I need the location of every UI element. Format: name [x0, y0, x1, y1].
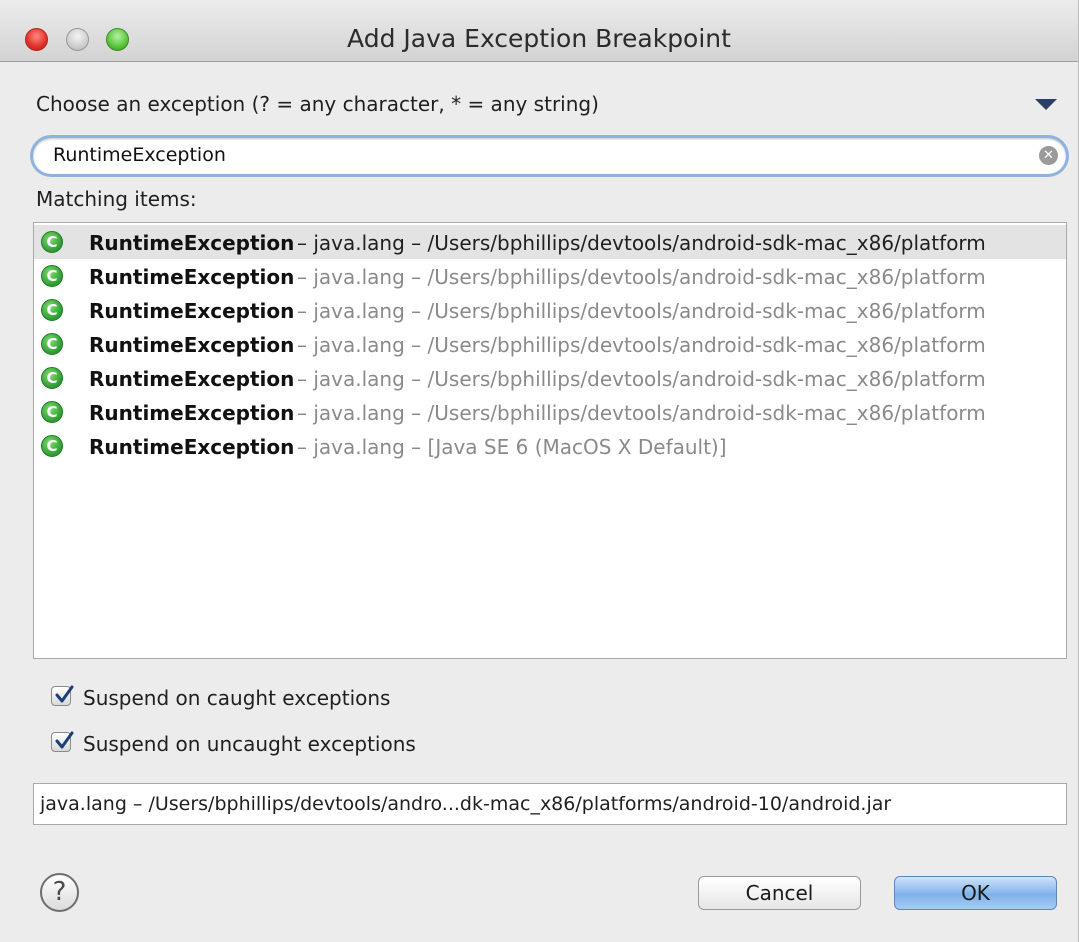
ok-button[interactable]: OK: [894, 876, 1057, 910]
item-detail: – java.lang – /Users/bphillips/devtools/…: [297, 401, 986, 425]
item-name: RuntimeException: [89, 435, 295, 459]
class-icon: C: [41, 299, 63, 321]
list-item[interactable]: C RuntimeException – java.lang – /Users/…: [34, 259, 1066, 293]
checkmark-icon: [55, 685, 74, 703]
title-bar[interactable]: Add Java Exception Breakpoint: [0, 0, 1078, 62]
checkmark-icon: [55, 731, 74, 749]
list-item[interactable]: C RuntimeException – java.lang – /Users/…: [34, 327, 1066, 361]
clear-icon[interactable]: ✕: [1039, 146, 1058, 165]
item-name: RuntimeException: [89, 401, 295, 425]
uncaught-exceptions-label[interactable]: Suspend on uncaught exceptions: [83, 732, 416, 756]
search-field[interactable]: ✕: [33, 138, 1066, 174]
item-detail: – java.lang – [Java SE 6 (MacOS X Defaul…: [297, 435, 727, 459]
item-detail: – java.lang – /Users/bphillips/devtools/…: [297, 367, 986, 391]
search-input[interactable]: [53, 144, 1013, 166]
item-detail: – java.lang – /Users/bphillips/devtools/…: [297, 333, 986, 357]
prompt-label: Choose an exception (? = any character, …: [36, 92, 599, 116]
class-icon: C: [41, 401, 63, 423]
dialog-title: Add Java Exception Breakpoint: [347, 24, 731, 53]
class-icon: C: [41, 231, 63, 253]
cancel-button[interactable]: Cancel: [698, 876, 861, 910]
class-icon: C: [41, 333, 63, 355]
list-item[interactable]: C RuntimeException – java.lang – /Users/…: [34, 361, 1066, 395]
list-item[interactable]: C RuntimeException – java.lang – /Users/…: [34, 293, 1066, 327]
item-name: RuntimeException: [89, 367, 295, 391]
matching-items-label: Matching items:: [36, 187, 197, 211]
item-name: RuntimeException: [89, 333, 295, 357]
item-name: RuntimeException: [89, 231, 295, 255]
selection-detail-field: java.lang – /Users/bphillips/devtools/an…: [33, 783, 1067, 825]
matching-items-list[interactable]: C RuntimeException – java.lang – /Users/…: [33, 222, 1067, 659]
list-item[interactable]: C RuntimeException – java.lang – [Java S…: [34, 429, 1066, 463]
selection-detail-path: java.lang – /Users/bphillips/devtools/an…: [40, 793, 892, 815]
caught-exceptions-label[interactable]: Suspend on caught exceptions: [83, 686, 390, 710]
dialog-window: Add Java Exception Breakpoint Choose an …: [0, 0, 1079, 942]
caught-exceptions-checkbox[interactable]: [51, 685, 74, 706]
item-name: RuntimeException: [89, 265, 295, 289]
class-icon: C: [41, 265, 63, 287]
item-detail: – java.lang – /Users/bphillips/devtools/…: [297, 299, 986, 323]
uncaught-exceptions-checkbox[interactable]: [51, 731, 74, 752]
class-icon: C: [41, 435, 63, 457]
list-item[interactable]: C RuntimeException – java.lang – /Users/…: [34, 395, 1066, 429]
item-detail: – java.lang – /Users/bphillips/devtools/…: [297, 231, 986, 255]
item-detail: – java.lang – /Users/bphillips/devtools/…: [297, 265, 986, 289]
list-item[interactable]: C RuntimeException – java.lang – /Users/…: [34, 225, 1066, 259]
chevron-down-icon[interactable]: [1035, 99, 1057, 110]
item-name: RuntimeException: [89, 299, 295, 323]
class-icon: C: [41, 367, 63, 389]
help-icon[interactable]: ?: [40, 873, 79, 912]
